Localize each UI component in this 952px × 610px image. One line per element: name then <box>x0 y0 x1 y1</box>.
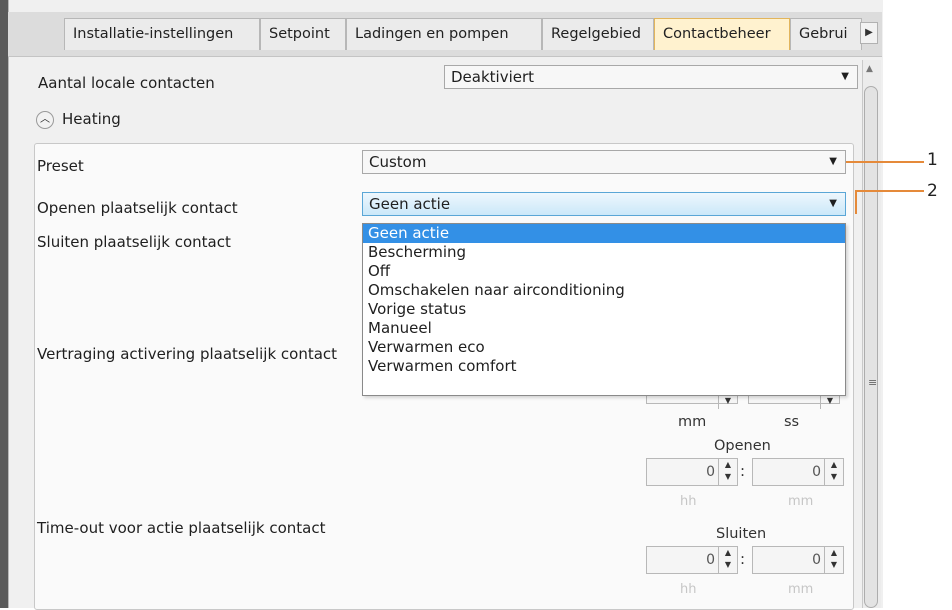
tab-label: Contactbeheer <box>663 26 771 42</box>
tab-scroll-right-button[interactable]: ▶ <box>860 22 878 44</box>
time-separator: : <box>740 462 746 480</box>
open-contact-label: Openen plaatselijk contact <box>37 199 238 217</box>
preset-value: Custom <box>369 153 427 171</box>
dropdown-option-omschakelen[interactable]: Omschakelen naar airconditioning <box>363 281 845 300</box>
timeout-close-minutes-value: 0 <box>812 552 821 568</box>
tab-bar: Installatie-instellingen Setpoint Lading… <box>8 12 882 57</box>
preset-label: Preset <box>37 157 84 175</box>
tab-ladingen-en-pompen[interactable]: Ladingen en pompen <box>346 18 542 50</box>
stepper-arrows-icon[interactable]: ▲▼ <box>824 547 843 573</box>
tab-label: Ladingen en pompen <box>355 26 509 42</box>
stepper-arrows-icon[interactable]: ▲▼ <box>718 547 737 573</box>
timeout-close-unit-mm: mm <box>788 582 814 597</box>
delay-unit-ss: ss <box>784 414 800 430</box>
time-separator: : <box>740 550 746 568</box>
timeout-open-minutes-stepper[interactable]: 0 ▲ ▼ <box>752 458 844 486</box>
dropdown-option-verwarmen-comfort[interactable]: Verwarmen comfort <box>363 357 845 376</box>
chevron-down-icon: ▼ <box>841 71 849 82</box>
timeout-label: Time-out voor actie plaatselijk contact <box>37 519 326 537</box>
tab-label: Setpoint <box>269 26 330 42</box>
open-contact-select[interactable]: Geen actie ▼ <box>362 192 846 216</box>
timeout-close-title: Sluiten <box>716 526 767 542</box>
stepper-arrows-icon[interactable]: ▲▼ <box>718 459 737 485</box>
chevron-down-icon: ▼ <box>829 156 837 167</box>
chevron-up-icon[interactable]: ︿ <box>36 111 54 129</box>
delay-label: Vertraging activering plaatselijk contac… <box>37 345 338 363</box>
delay-unit-mm: mm <box>678 414 707 430</box>
timeout-open-hours-stepper[interactable]: 0 ▲ ▼ <box>646 458 738 486</box>
tab-label: Gebrui <box>799 26 848 42</box>
tab-regelgebied[interactable]: Regelgebied <box>542 18 654 50</box>
dropdown-option-verwarmen-eco[interactable]: Verwarmen eco <box>363 338 845 357</box>
tab-setpoint[interactable]: Setpoint <box>260 18 346 50</box>
callout-number-1: 1 <box>927 150 938 170</box>
local-contacts-value: Deaktiviert <box>451 68 535 86</box>
callout-line-1 <box>846 161 924 163</box>
dropdown-option-bescherming[interactable]: Bescherming <box>363 243 845 262</box>
grip-icon: ≡ <box>868 376 878 389</box>
tab-contactbeheer[interactable]: Contactbeheer <box>654 18 790 50</box>
dropdown-option-geen-actie[interactable]: Geen actie <box>363 224 845 243</box>
timeout-open-unit-hh: hh <box>680 494 697 509</box>
timeout-close-minutes-stepper[interactable]: 0 ▲ ▼ <box>752 546 844 574</box>
scrollbar-thumb[interactable] <box>864 86 878 608</box>
timeout-close-hours-value: 0 <box>706 552 715 568</box>
triangle-right-icon: ▶ <box>865 27 873 38</box>
preset-select[interactable]: Custom ▼ <box>362 150 846 174</box>
local-contacts-select[interactable]: Deaktiviert ▼ <box>444 65 858 89</box>
tab-gebruiker[interactable]: Gebrui <box>790 18 862 50</box>
tab-label: Installatie-instellingen <box>73 26 234 42</box>
timeout-open-unit-mm: mm <box>788 494 814 509</box>
section-heating-title: Heating <box>62 110 121 128</box>
timeout-close-hours-stepper[interactable]: 0 ▲ ▼ <box>646 546 738 574</box>
dropdown-option-manueel[interactable]: Manueel <box>363 319 845 338</box>
callout-bracket-2 <box>855 190 857 214</box>
timeout-close-unit-hh: hh <box>680 582 697 597</box>
local-contacts-label: Aantal locale contacten <box>38 74 215 92</box>
dropdown-option-vorige-status[interactable]: Vorige status <box>363 300 845 319</box>
chevron-down-icon: ▼ <box>829 198 837 209</box>
scroll-up-icon[interactable]: ▲ <box>866 64 873 74</box>
open-contact-dropdown-list[interactable]: Geen actie Bescherming Off Omschakelen n… <box>362 223 846 396</box>
tab-installatie-instellingen[interactable]: Installatie-instellingen <box>64 18 260 50</box>
tab-label: Regelgebied <box>551 26 641 42</box>
callout-number-2: 2 <box>927 181 938 201</box>
dropdown-option-off[interactable]: Off <box>363 262 845 281</box>
timeout-open-title: Openen <box>714 438 771 454</box>
timeout-open-minutes-value: 0 <box>812 464 821 480</box>
close-contact-label: Sluiten plaatselijk contact <box>37 233 231 251</box>
callout-line-2 <box>855 190 924 192</box>
timeout-open-hours-value: 0 <box>706 464 715 480</box>
stepper-arrows-icon[interactable]: ▲▼ <box>824 459 843 485</box>
open-contact-value: Geen actie <box>369 195 451 213</box>
